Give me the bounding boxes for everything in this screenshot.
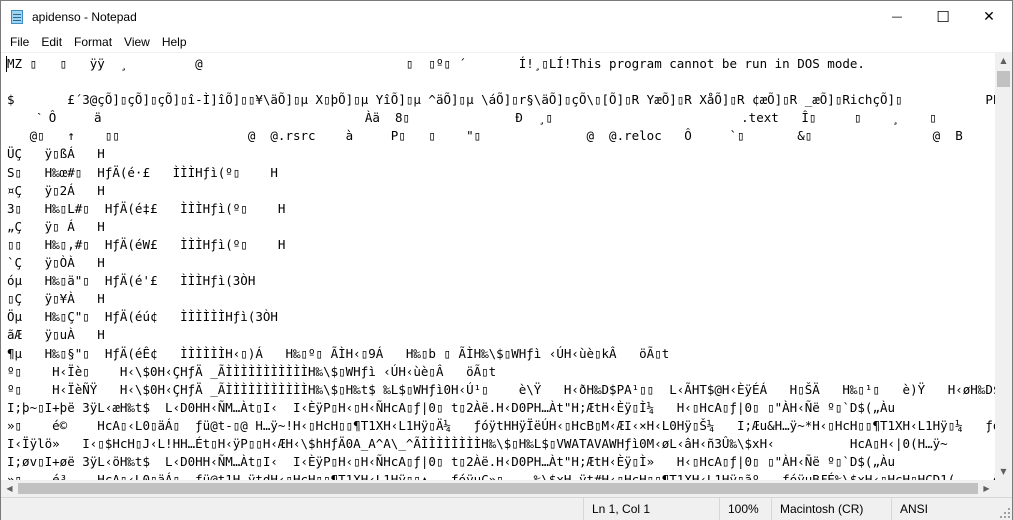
scroll-down-button[interactable]: ▼ xyxy=(995,463,1012,480)
status-line-ending: Macintosh (CR) xyxy=(771,498,891,520)
vertical-scroll-thumb[interactable] xyxy=(997,71,1010,87)
horizontal-scrollbar[interactable]: ◀ ▶ xyxy=(1,480,995,497)
notepad-window: apidenso - Notepad — ☐ ✕ File Edit Forma… xyxy=(0,0,1013,520)
status-position: Ln 1, Col 1 xyxy=(583,498,719,520)
minimize-icon: — xyxy=(891,10,903,23)
menu-file[interactable]: File xyxy=(1,32,35,52)
menu-bar: File Edit Format View Help xyxy=(1,32,1012,52)
status-zoom: 100% xyxy=(719,498,771,520)
horizontal-scroll-thumb[interactable] xyxy=(18,483,978,494)
text-line xyxy=(7,73,995,91)
text-line: º▯ H‹Ïè▯ H‹\$0H‹ÇHƒÄ _ÃÌÌÌÌÌÌÌÌÌÌÌH‰\$▯W… xyxy=(7,363,497,379)
scroll-left-button[interactable]: ◀ xyxy=(1,480,18,497)
text-line: ¶µ H‰▯§"▯ HƒÄ(éÊ¢ ÌÌÌÌÌÌH‹▯)Á H‰▯º▯ ÃÌH‹… xyxy=(7,345,670,361)
text-line: ¤Ç ÿ▯2Á H xyxy=(7,182,105,198)
menu-view[interactable]: View xyxy=(118,32,156,52)
scrollbar-corner xyxy=(995,480,1012,497)
text-line: ˋ Ô ä Àä 8▯ Ð ¸▯ .text Î▯ ▯ ¸ ▯ xyxy=(7,110,937,126)
scroll-right-button[interactable]: ▶ xyxy=(978,480,995,497)
text-line: Öµ H‰▯Ç"▯ HƒÄ(éú¢ ÌÌÌÌÌÌHƒì(3ÒH xyxy=(7,309,278,325)
text-line: º▯ H‹ÏèÑŸ H‹\$0H‹ÇHƒÄ _ÃÌÌÌÌÌÌÌÌÌÌÌH‰\$▯… xyxy=(7,381,995,397)
title-bar[interactable]: apidenso - Notepad — ☐ ✕ xyxy=(1,1,1012,32)
text-line: `Ç ÿ▯ÒÀ H xyxy=(7,255,105,271)
scroll-up-button[interactable]: ▲ xyxy=(995,52,1012,69)
close-icon: ✕ xyxy=(983,8,995,25)
status-encoding: ANSI xyxy=(891,498,991,520)
vertical-scrollbar[interactable]: ▲ ▼ xyxy=(995,52,1012,480)
text-line: ÜÇ ÿ▯ßÁ H xyxy=(7,146,105,162)
text-line: @▯ ↑ ▯▯ @ @.rsrc à P▯ ▯ "▯ @ @.reloc Ô `… xyxy=(7,128,963,144)
resize-grip-icon[interactable] xyxy=(1000,508,1010,518)
text-line: I;øv▯I+øë 3ÿL‹öH‰t$ L‹D0HH‹ÑM…Àt▯I‹ I‹Èÿ… xyxy=(7,454,896,470)
arrow-left-icon: ◀ xyxy=(6,484,13,493)
maximize-button[interactable]: ☐ xyxy=(920,1,966,32)
text-line: »▯ é³ HcA▯‹L0▯äÁ▯ ƒü@t1H…ÿtdH‹▯HcH▯▯¶T1X… xyxy=(7,472,995,480)
text-editor[interactable]: MZ ▯ ▯ ÿÿ ¸ @ ▯ ▯º▯ ´ Í!¸▯LÍ!This progra… xyxy=(1,52,995,480)
text-line: $ £´3@çÕ]▯çÕ]▯çÕ]▯î-Ì]îÕ]▯▯¥\äÕ]▯µ X▯þÕ]… xyxy=(7,92,995,108)
text-line: ▯▯ H‰▯,#▯ HƒÄ(éW£ ÌÌÌHƒì(º▯ H xyxy=(7,236,286,252)
text-line: MZ ▯ ▯ ÿÿ ¸ @ ▯ ▯º▯ ´ Í!¸▯LÍ!This progra… xyxy=(7,56,865,71)
text-line: S▯ H‰œ#▯ HƒÄ(é·£ ÌÌÌHƒì(º▯ H xyxy=(7,164,278,180)
arrow-up-icon: ▲ xyxy=(1000,56,1007,65)
text-line: I;þ~▯I+þë 3ÿL‹æH‰t$ L‹D0HH‹ÑM…Àt▯I‹ I‹Èÿ… xyxy=(7,399,896,415)
menu-edit[interactable]: Edit xyxy=(35,32,68,52)
editor-text[interactable]: MZ ▯ ▯ ÿÿ ¸ @ ▯ ▯º▯ ´ Í!¸▯LÍ!This progra… xyxy=(7,55,995,480)
arrow-down-icon: ▼ xyxy=(1000,467,1007,476)
notepad-app-icon xyxy=(9,9,25,25)
text-line: óµ H‰▯ä"▯ HƒÄ(é'£ ÌÌÌHƒì(3ÒH xyxy=(7,273,256,289)
menu-format[interactable]: Format xyxy=(68,32,118,52)
text-line: I‹Ïÿlö» I‹▯$HcH▯J‹L!HH…Ét▯H‹ÿP▯▯H‹ÆH‹\$h… xyxy=(7,435,948,451)
maximize-icon: ☐ xyxy=(936,7,950,26)
arrow-right-icon: ▶ xyxy=(983,484,990,493)
close-button[interactable]: ✕ xyxy=(966,1,1012,32)
text-line: ãÆ ÿ▯uÀ H xyxy=(7,327,105,343)
menu-help[interactable]: Help xyxy=(156,32,193,52)
text-line: 3▯ H‰▯L#▯ HƒÄ(é‡£ ÌÌÌHƒì(º▯ H xyxy=(7,200,286,216)
minimize-button[interactable]: — xyxy=(874,1,920,32)
text-line: „Ç ÿ▯ Á H xyxy=(7,218,105,234)
text-line: ▯Ç ÿ▯¥À H xyxy=(7,291,105,307)
window-controls: — ☐ ✕ xyxy=(874,1,1012,32)
window-title: apidenso - Notepad xyxy=(32,9,137,24)
status-bar: Ln 1, Col 1 100% Macintosh (CR) ANSI xyxy=(1,497,1012,520)
text-line: »▯ é© HcA▯‹L0▯äÁ▯ ƒü@t-▯@ H…ÿ~!H‹▯HcH▯▯¶… xyxy=(7,417,995,433)
